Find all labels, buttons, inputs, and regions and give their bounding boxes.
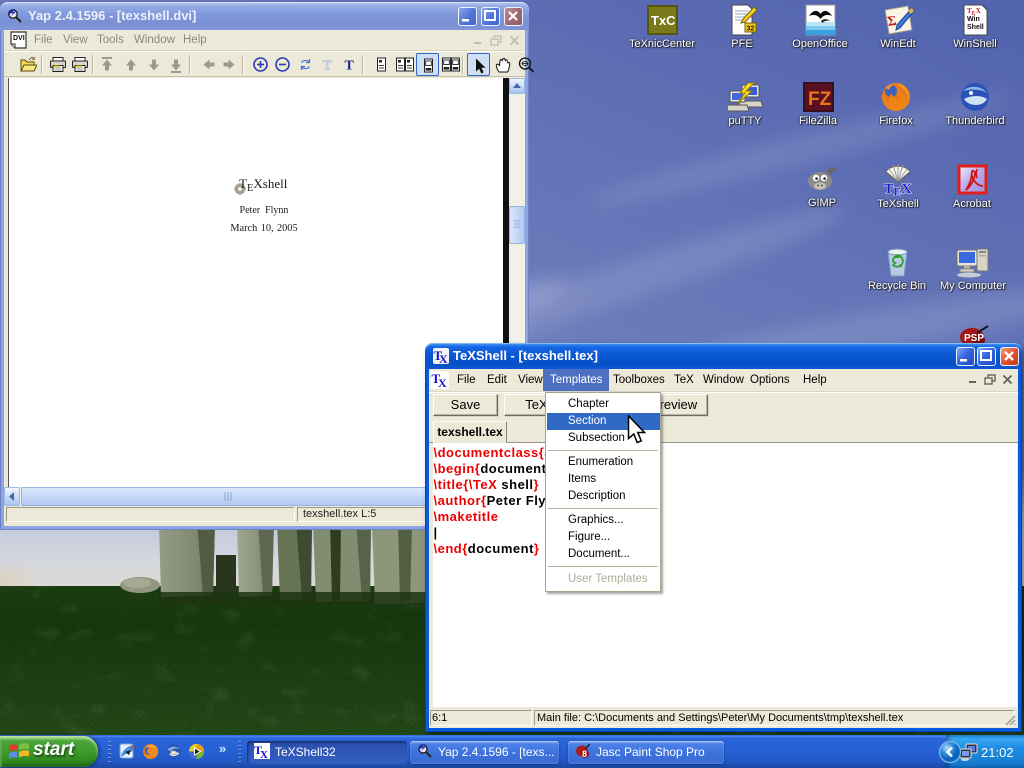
svg-text:T: T [323, 59, 333, 74]
svg-text:T: T [345, 59, 355, 74]
svg-text:X: X [260, 749, 268, 759]
svg-text:X: X [439, 352, 448, 365]
svg-text:TEX: TEX [884, 182, 911, 196]
svg-text:8: 8 [582, 749, 587, 759]
svg-text:Shell: Shell [967, 24, 984, 31]
svg-text:X: X [438, 376, 447, 389]
svg-text:DVI: DVI [13, 35, 25, 42]
svg-text:TxC: TxC [651, 13, 676, 28]
svg-text:Win: Win [967, 16, 980, 23]
svg-text:32: 32 [746, 26, 754, 33]
svg-text:FZ: FZ [808, 89, 832, 110]
